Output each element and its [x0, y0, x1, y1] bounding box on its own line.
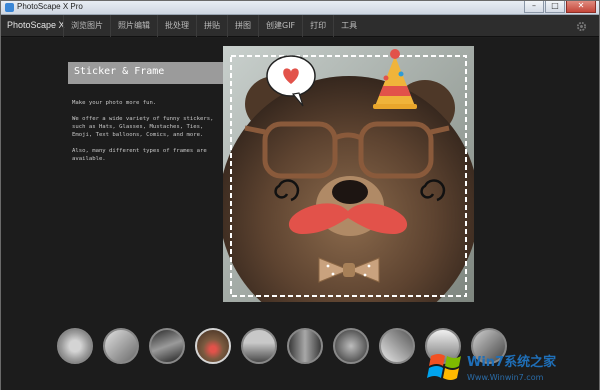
menu-item-tools[interactable]: 工具 [333, 15, 364, 37]
windows-logo-icon [427, 354, 461, 380]
menu-item-print[interactable]: 打印 [302, 15, 333, 37]
menu-item-batch[interactable]: 批处理 [157, 15, 196, 37]
watermark-logo: Win7系统之家 Www.Winwin7.com [427, 354, 557, 382]
window-title: PhotoScape X Pro [17, 2, 83, 11]
description-line: Also, many different types of frames are… [72, 148, 207, 162]
description-line: We offer a wide variety of funny sticker… [72, 116, 214, 138]
menu-item-editor[interactable]: 照片编辑 [110, 15, 157, 37]
app-icon [5, 3, 14, 12]
description-line: Make your photo more fun. [72, 100, 157, 106]
thumbnail[interactable] [287, 328, 323, 364]
menu-item-collage[interactable]: 拼贴 [196, 15, 227, 37]
close-button[interactable]: ✕ [566, 1, 596, 13]
thumbnail[interactable] [379, 328, 415, 364]
app-window: PhotoScape X Pro – □ ✕ PhotoScape X 浏览图片… [0, 0, 600, 390]
feature-description: Make your photo more fun. We offer a wid… [72, 99, 222, 171]
feature-heading-box: Sticker & Frame [68, 62, 236, 84]
watermark-brand: Win7系统之家 [467, 354, 557, 370]
bear-nose [332, 180, 368, 204]
brand-tab[interactable]: PhotoScape X [7, 20, 65, 30]
thumbnail[interactable] [149, 328, 185, 364]
gear-icon[interactable] [576, 21, 587, 32]
maximize-button[interactable]: □ [545, 1, 565, 13]
thumbnail-selected[interactable] [195, 328, 231, 364]
thumbnail[interactable] [241, 328, 277, 364]
title-bar[interactable]: PhotoScape X Pro – □ ✕ [1, 1, 599, 15]
thumbnail[interactable] [103, 328, 139, 364]
feature-heading: Sticker & Frame [74, 66, 165, 77]
menu-bar: PhotoScape X 浏览图片 照片编辑 批处理 拼贴 拼图 创建GIF 打… [1, 15, 599, 37]
menu-item-gif[interactable]: 创建GIF [258, 15, 302, 37]
thumbnail[interactable] [333, 328, 369, 364]
main-content: Sticker & Frame Make your photo more fun… [1, 38, 599, 390]
watermark-url: Www.Winwin7.com [467, 373, 544, 382]
menu-item-viewer[interactable]: 浏览图片 [63, 15, 110, 37]
preview-photo [223, 46, 474, 302]
thumbnail[interactable] [57, 328, 93, 364]
minimize-button[interactable]: – [524, 1, 544, 13]
menu-item-combine[interactable]: 拼图 [227, 15, 258, 37]
